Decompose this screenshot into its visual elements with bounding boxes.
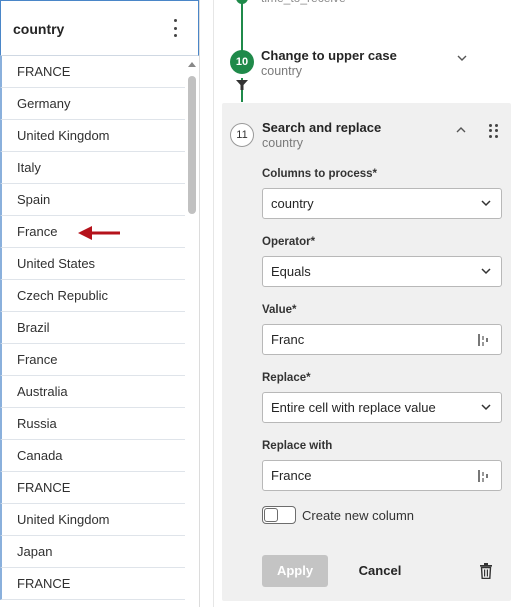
replace-label: Replace* <box>262 372 311 384</box>
timeline-line <box>241 0 243 56</box>
step-11-card: 11 Search and replace country Columns to… <box>222 103 511 601</box>
column-value-row[interactable]: United States <box>0 248 199 280</box>
replace-with-input[interactable]: France <box>262 460 502 491</box>
cancel-button[interactable]: Cancel <box>352 555 408 587</box>
columns-select-value: country <box>271 196 314 211</box>
annotation-arrow-icon <box>78 226 120 240</box>
chevron-down-icon <box>481 404 491 411</box>
operator-label: Operator* <box>262 236 316 248</box>
recipe-steps-panel: time_to_receive 10 Change to upper case … <box>213 0 514 607</box>
column-value-row[interactable]: Japan <box>0 536 199 568</box>
columns-label: Columns to process* <box>262 168 378 180</box>
step-11-number: 11 <box>230 123 254 147</box>
drag-handle-icon[interactable] <box>489 124 499 138</box>
step-11-title[interactable]: Search and replace <box>262 120 381 135</box>
column-value-row[interactable]: FRANCE <box>0 568 199 600</box>
value-label: Value* <box>262 304 297 316</box>
step-10-title[interactable]: Change to upper case <box>261 48 397 63</box>
column-header[interactable]: country <box>0 0 199 56</box>
previous-step-label: time_to_receive <box>261 0 346 5</box>
scrollbar-thumb[interactable] <box>188 76 196 214</box>
column-value-row[interactable]: Australia <box>0 376 199 408</box>
operator-select[interactable]: Equals <box>262 256 502 287</box>
replace-with-label: Replace with <box>262 440 333 452</box>
toggle-knob <box>264 508 278 522</box>
scroll-up-icon[interactable] <box>188 62 196 67</box>
column-value-row[interactable]: FRANCE <box>0 472 199 504</box>
chevron-up-icon[interactable] <box>455 124 467 136</box>
value-input-text: Franc <box>271 332 305 347</box>
create-new-column-label: Create new column <box>302 508 414 523</box>
step-10-number: 10 <box>230 50 254 74</box>
create-new-column-toggle[interactable] <box>262 506 296 524</box>
replace-select[interactable]: Entire cell with replace value <box>262 392 502 423</box>
kebab-menu-icon[interactable] <box>172 19 178 37</box>
column-value-row[interactable]: Spain <box>0 184 199 216</box>
column-title: country <box>13 21 65 37</box>
apply-button[interactable]: Apply <box>262 555 328 587</box>
column-value-row[interactable]: France <box>0 344 199 376</box>
column-value-row[interactable]: United Kingdom <box>0 120 199 152</box>
formula-icon[interactable] <box>477 333 489 347</box>
filter-icon[interactable] <box>235 79 249 91</box>
replace-with-input-text: France <box>271 468 312 483</box>
column-value-row[interactable]: FRANCE <box>0 56 199 88</box>
column-value-row[interactable]: Italy <box>0 152 199 184</box>
value-input[interactable]: Franc <box>262 324 502 355</box>
chevron-down-icon[interactable] <box>456 52 468 64</box>
column-rows: FRANCE Germany United Kingdom Italy Spain Fra… <box>0 56 199 600</box>
operator-select-value: Equals <box>271 264 311 279</box>
column-values-panel: country FRANCE Germany United Kingdom Italy… <box>0 0 200 607</box>
step-10-column: country <box>261 64 302 78</box>
column-value-row[interactable]: Brazil <box>0 312 199 344</box>
columns-select[interactable]: country <box>262 188 502 219</box>
formula-icon[interactable] <box>477 469 489 483</box>
trash-icon[interactable] <box>480 563 492 579</box>
chevron-down-icon <box>481 268 491 275</box>
column-value-row[interactable]: United Kingdom <box>0 504 199 536</box>
column-value-row[interactable]: Czech Republic <box>0 280 199 312</box>
scrollbar[interactable] <box>185 56 199 607</box>
chevron-down-icon <box>481 200 491 207</box>
step-9-dot <box>236 0 248 4</box>
column-value-row[interactable]: Germany <box>0 88 199 120</box>
replace-select-value: Entire cell with replace value <box>271 400 436 415</box>
column-value-row[interactable]: Canada <box>0 440 199 472</box>
step-11-column: country <box>262 136 303 150</box>
column-value-row[interactable]: Russia <box>0 408 199 440</box>
